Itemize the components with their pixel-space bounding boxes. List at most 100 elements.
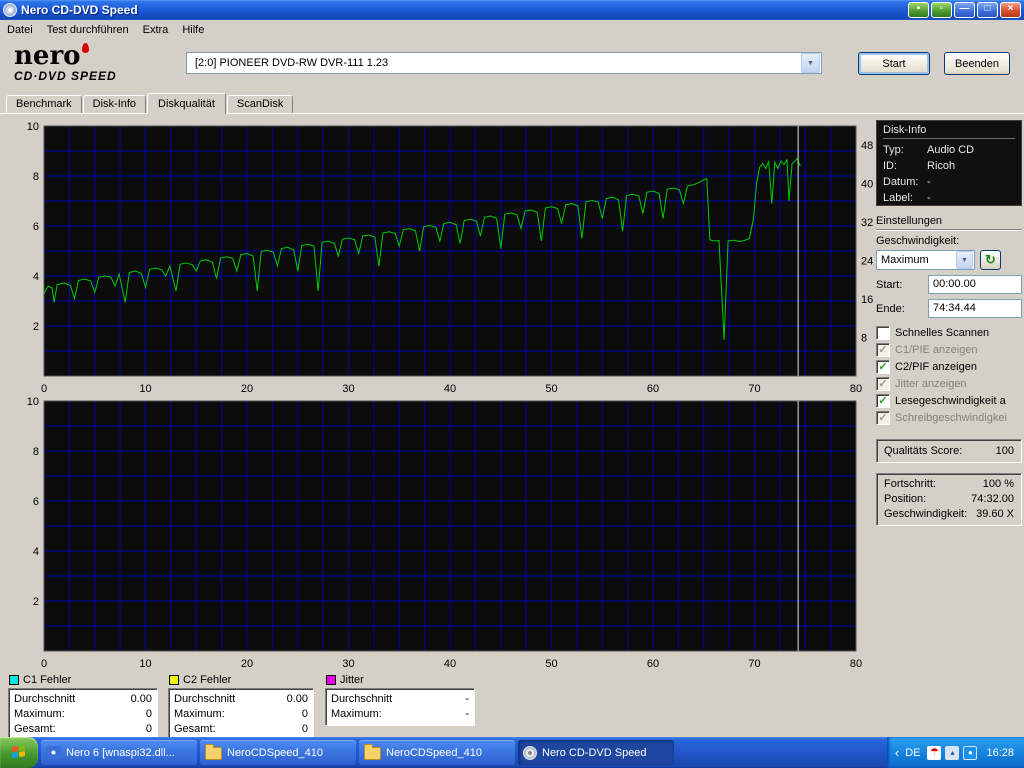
chevron-left-icon[interactable]: ‹ — [895, 745, 899, 760]
jitter-avg-value: - — [465, 692, 469, 707]
checkbox-icon: ✓ — [876, 411, 890, 425]
disk-info-panel: Disk-Info Typ:Audio CD ID:Ricoh Datum:- … — [876, 120, 1022, 206]
checkbox-icon: ✓ — [876, 343, 890, 357]
drive-selector-dropdown-button[interactable]: ▼ — [801, 53, 820, 73]
drive-selector[interactable]: [2:0] PIONEER DVD-RW DVR-111 1.23 ▼ — [186, 52, 822, 74]
speed-select[interactable]: Maximum ▼ — [876, 250, 975, 270]
svg-text:0: 0 — [41, 383, 47, 395]
menu-extra[interactable]: Extra — [136, 22, 176, 38]
svg-text:20: 20 — [241, 383, 253, 395]
sidebar: Disk-Info Typ:Audio CD ID:Ricoh Datum:- … — [876, 114, 1022, 738]
tray-network-icon[interactable]: ● — [963, 746, 977, 760]
checkbox-schnelles-scannen[interactable]: ✓ Schnelles Scannen — [876, 325, 1022, 341]
disc-icon — [523, 746, 537, 760]
menu-hilfe[interactable]: Hilfe — [175, 22, 211, 38]
checkbox-schreibgeschwindigkeit[interactable]: ✓ Schreibgeschwindigkei — [876, 410, 1022, 426]
svg-text:4: 4 — [33, 271, 39, 283]
c2-error-chart: 01020304050607080246810 — [6, 395, 880, 671]
start-menu-button[interactable] — [0, 737, 38, 768]
taskbar-item-nero6[interactable]: Nero 6 [wnaspi32.dll... — [41, 740, 197, 765]
tab-diskqualitaet[interactable]: Diskqualität — [147, 93, 226, 114]
taskbar-item-nerocdspeed-2[interactable]: NeroCDSpeed_410 — [359, 740, 515, 765]
svg-text:4: 4 — [33, 546, 39, 558]
system-tray: ‹ DE ☂ ▴ ● 16:28 — [887, 737, 1024, 768]
refresh-icon: ↻ — [985, 252, 996, 268]
capture-monitor-button[interactable]: ▫ — [931, 2, 952, 18]
checkbox-label: Jitter anzeigen — [895, 378, 967, 390]
disk-id-value: Ricoh — [927, 158, 955, 174]
c1-legend-title: C1 Fehler — [23, 674, 71, 686]
tab-bar: Benchmark Disk-Info Diskqualität ScanDis… — [0, 92, 1024, 113]
checkbox-c2-pif-anzeigen[interactable]: ✓ C2/PIF anzeigen — [876, 359, 1022, 375]
checkbox-label: Lesegeschwindigkeit a — [895, 395, 1006, 407]
close-button[interactable]: × — [1000, 2, 1021, 18]
speed-select-value: Maximum — [877, 254, 956, 266]
svg-text:30: 30 — [342, 658, 354, 670]
c1-max-label: Maximum: — [14, 707, 65, 722]
maximize-button[interactable]: □ — [977, 2, 998, 18]
einstellungen-title: Einstellungen — [876, 215, 1022, 230]
c1-color-chip — [9, 675, 19, 685]
c2-avg-value: 0.00 — [287, 692, 308, 707]
capture-camera-button[interactable]: ▪ — [908, 2, 929, 18]
app-disc-icon — [3, 3, 17, 17]
c1-avg-label: Durchschnitt — [14, 692, 75, 707]
start-time-field[interactable]: 00:00.00 — [928, 275, 1022, 294]
windows-logo-icon — [12, 745, 26, 760]
nero-logo-text: nero — [14, 41, 81, 71]
svg-text:32: 32 — [861, 217, 873, 229]
jitter-legend-title: Jitter — [340, 674, 364, 686]
taskbar-item-nero-cd-dvd-speed[interactable]: Nero CD-DVD Speed — [518, 740, 674, 765]
c2-total-label: Gesamt: — [174, 722, 216, 737]
quality-speed-chart: 0102030405060708024681081624324048 — [6, 119, 880, 395]
svg-text:8: 8 — [861, 333, 867, 345]
start-button-label: Start — [882, 58, 905, 70]
svg-text:40: 40 — [861, 179, 873, 191]
progress-box: Fortschritt:100 % Position:74:32.00 Gesc… — [876, 473, 1022, 526]
checkbox-jitter-anzeigen[interactable]: ✓ Jitter anzeigen — [876, 376, 1022, 392]
menu-test-durchfuehren[interactable]: Test durchführen — [40, 22, 136, 38]
end-time-label: Ende: — [876, 303, 928, 315]
taskbar-clock[interactable]: 16:28 — [986, 747, 1014, 759]
svg-text:10: 10 — [27, 396, 39, 408]
legend-jitter: Jitter Durchschnitt- Maximum:- — [325, 673, 475, 726]
quality-score-value: 100 — [996, 445, 1014, 457]
checkbox-label: Schreibgeschwindigkei — [895, 412, 1007, 424]
tab-scandisk[interactable]: ScanDisk — [227, 95, 293, 113]
svg-text:24: 24 — [861, 256, 873, 268]
svg-text:2: 2 — [33, 321, 39, 333]
svg-text:40: 40 — [444, 383, 456, 395]
title-bar[interactable]: Nero CD-DVD Speed ▪ ▫ — □ × — [0, 0, 1024, 20]
tab-disk-info[interactable]: Disk-Info — [83, 95, 146, 113]
folder-icon — [205, 747, 222, 760]
taskbar-item-nerocdspeed-1[interactable]: NeroCDSpeed_410 — [200, 740, 356, 765]
checkbox-lesegeschwindigkeit[interactable]: ✓ Lesegeschwindigkeit a — [876, 393, 1022, 409]
tab-benchmark[interactable]: Benchmark — [6, 95, 82, 113]
disk-datum-value: - — [927, 174, 931, 190]
beenden-button[interactable]: Beenden — [944, 52, 1010, 75]
language-indicator[interactable]: DE — [905, 747, 920, 759]
start-button[interactable]: Start — [858, 52, 930, 75]
svg-text:8: 8 — [33, 171, 39, 183]
checkbox-icon: ✓ — [876, 377, 890, 391]
speed-select-dropdown-button[interactable]: ▼ — [956, 251, 973, 269]
end-time-field[interactable]: 74:34.44 — [928, 299, 1022, 318]
drive-selector-value: [2:0] PIONEER DVD-RW DVR-111 1.23 — [187, 57, 801, 69]
nero-logo: nero CD·DVD SPEED — [14, 43, 117, 82]
chevron-down-icon: ▼ — [961, 257, 968, 264]
antivirus-umbrella-icon[interactable]: ☂ — [927, 746, 941, 760]
c1-avg-value: 0.00 — [131, 692, 152, 707]
taskbar: Nero 6 [wnaspi32.dll... NeroCDSpeed_410 … — [0, 737, 1024, 768]
disk-datum-label: Datum: — [883, 174, 927, 190]
c1-total-label: Gesamt: — [14, 722, 56, 737]
tray-app-icon[interactable]: ▴ — [945, 746, 959, 760]
task-label: Nero CD-DVD Speed — [542, 747, 647, 759]
minimize-button[interactable]: — — [954, 2, 975, 18]
chevron-down-icon: ▼ — [807, 60, 814, 67]
menu-datei[interactable]: Datei — [0, 22, 40, 38]
checkbox-c1-pie-anzeigen[interactable]: ✓ C1/PIE anzeigen — [876, 342, 1022, 358]
beenden-button-label: Beenden — [955, 58, 999, 70]
checkbox-icon: ✓ — [876, 326, 890, 340]
jitter-avg-label: Durchschnitt — [331, 692, 392, 707]
refresh-button[interactable]: ↻ — [980, 250, 1001, 270]
